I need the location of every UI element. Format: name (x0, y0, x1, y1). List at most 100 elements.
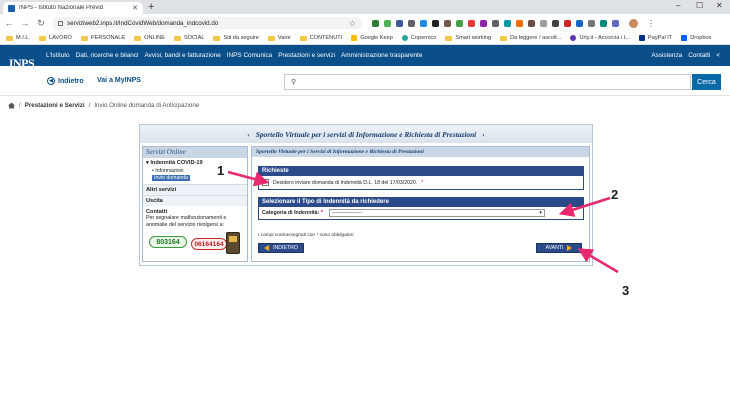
bookmark-item[interactable]: Varie (267, 35, 291, 41)
back-link[interactable]: ◀ Indietro (47, 77, 84, 85)
nav-istituto[interactable]: L'Istituto (46, 52, 70, 59)
search-input[interactable] (300, 78, 690, 86)
bookmark-star-icon[interactable]: ☆ (349, 19, 356, 28)
maximize-icon[interactable]: ☐ (696, 1, 703, 10)
sidebar-item-uscita[interactable]: Uscita (143, 195, 247, 206)
extension-icon[interactable] (480, 19, 487, 27)
extension-icon[interactable] (456, 19, 463, 27)
required-marker: * (421, 179, 424, 186)
browser-menu-icon[interactable]: ⋮ (647, 19, 655, 28)
requests-box: Richieste Desidero inviare domanda di In… (258, 166, 584, 190)
extension-icon[interactable] (444, 19, 451, 27)
close-tab-icon[interactable]: ✕ (132, 4, 138, 12)
nav-dati-ricerche[interactable]: Dati, ricerche e bilanci (76, 52, 139, 59)
phone-red-badge: 06164164 (191, 238, 227, 250)
inps-main-nav: L'Istituto Dati, ricerche e bilanci Avvi… (46, 52, 422, 59)
contatti-link[interactable]: Contatti (688, 52, 710, 59)
google-keep-icon (351, 35, 358, 41)
extension-icon[interactable] (528, 19, 535, 27)
extension-icon[interactable] (432, 19, 439, 27)
bookmarks-bar: M.I.L. LAVORO PERSONALE ONLINE SOCIAL Si… (0, 32, 730, 45)
annotation-number-3: 3 (622, 283, 630, 298)
arrow-left-icon (264, 245, 270, 251)
bookmark-item[interactable]: Google Keep (351, 35, 393, 41)
bookmark-item[interactable]: CONTENUTI (299, 35, 342, 41)
bookmark-item[interactable]: PERSONALE (80, 35, 125, 41)
bookmark-item[interactable]: Siti da seguire (213, 35, 259, 41)
required-note: I campi contrassegnati con * sono obblig… (258, 233, 354, 238)
bookmark-item[interactable]: Urly.it - Accorcia i t... (570, 35, 630, 41)
extension-icon[interactable] (372, 19, 379, 27)
assistenza-link[interactable]: Assistenza (651, 52, 682, 59)
extension-icon[interactable] (396, 19, 403, 27)
indietro-button[interactable]: INDIETRO (258, 243, 304, 253)
bookmark-item[interactable]: SOCIAL (173, 35, 204, 41)
site-search: ⚲ (284, 74, 691, 90)
extension-icon[interactable] (564, 19, 571, 27)
nav-amministrazione[interactable]: Amministrazione trasparente (341, 52, 422, 59)
share-icon[interactable]: < (716, 52, 720, 59)
extension-icon[interactable] (540, 19, 547, 27)
bookmark-item[interactable]: PayPal IT (639, 35, 672, 41)
extension-icon[interactable] (600, 19, 607, 27)
phone-green-badge: 803164 (149, 236, 187, 248)
request-checkbox[interactable] (262, 179, 269, 186)
category-select[interactable]: ------------------ ▾ (328, 209, 545, 217)
paypal-icon (639, 35, 645, 41)
extension-icon[interactable] (408, 19, 415, 27)
extension-icon[interactable] (588, 19, 595, 27)
extension-icon[interactable] (492, 19, 499, 27)
nav-prestazioni[interactable]: Prestazioni e servizi (278, 52, 335, 59)
dropbox-icon (681, 35, 688, 41)
minimize-icon[interactable]: – (676, 1, 680, 10)
folder-icon (445, 35, 453, 41)
extension-icon[interactable] (576, 19, 583, 27)
breadcrumb-section[interactable]: Prestazioni e Servizi (25, 102, 85, 109)
contacts-text: Per segnalare malfunzionamenti e anomali… (146, 215, 227, 228)
forward-arrow-icon[interactable]: → (20, 18, 30, 28)
extension-icon[interactable] (420, 19, 427, 27)
bookmark-item[interactable]: Dropbox (681, 35, 711, 41)
extension-icon[interactable] (468, 19, 475, 27)
profile-avatar[interactable] (629, 18, 638, 28)
extension-icon[interactable] (612, 19, 619, 27)
home-icon[interactable] (8, 102, 15, 109)
sidebar-item-invio-domanda[interactable]: Invio domanda (152, 175, 191, 181)
bookmark-item[interactable]: Copernico (401, 35, 436, 41)
back-arrow-icon[interactable]: ← (4, 18, 14, 28)
bookmark-item[interactable]: M.I.L. (6, 35, 30, 41)
avanti-button[interactable]: AVANTI (536, 243, 582, 253)
nav-avvisi-bandi[interactable]: Avvisi, bandi e fatturazione (144, 52, 220, 59)
bookmark-item[interactable]: Da leggere / ascolt... (500, 35, 561, 41)
chevron-down-icon: ▾ (539, 210, 542, 216)
extension-icon[interactable] (384, 19, 391, 27)
extension-icon[interactable] (504, 19, 511, 27)
new-tab-icon[interactable]: + (148, 1, 154, 13)
bookmark-item[interactable]: Smart working (445, 35, 491, 41)
sidebar-section-covid[interactable]: ▾ Indennità COVID-19 (143, 158, 247, 168)
request-label: Desidero inviare domanda di Indennità D.… (273, 179, 418, 186)
folder-icon (213, 35, 221, 41)
extension-icon[interactable] (516, 19, 523, 27)
window-close-icon[interactable]: ✕ (716, 1, 723, 10)
browser-tab[interactable]: INPS - Istituto Nazionale Previd ✕ (3, 2, 143, 14)
address-bar[interactable]: serviziweb2.inps.it/IndCovidWeb/domanda_… (52, 17, 362, 29)
sidebar-item-informazioni[interactable]: • Informazioni (143, 168, 247, 174)
breadcrumb: / Prestazioni e Servizi / Invio Online d… (8, 102, 199, 109)
arrow-right-icon (567, 245, 573, 251)
browser-tab-bar: INPS - Istituto Nazionale Previd ✕ + – ☐… (0, 0, 730, 14)
bookmark-item[interactable]: LAVORO (39, 35, 72, 41)
myinps-link[interactable]: Vai a MyINPS (97, 77, 141, 84)
extension-icon[interactable] (552, 19, 559, 27)
sidebar-item-altri-servizi[interactable]: Altri servizi (143, 184, 247, 195)
content-title: Sportello Virtuale per i Servizi di Info… (252, 147, 589, 157)
search-button[interactable]: Cerca (692, 74, 721, 90)
bookmark-item[interactable]: ONLINE (134, 35, 165, 41)
extension-icons (372, 19, 619, 27)
sidebar-header: Servizi Online (143, 147, 247, 158)
nav-inps-comunica[interactable]: INPS Comunica (227, 52, 272, 59)
annotation-number-2: 2 (611, 187, 619, 202)
folder-icon (39, 35, 46, 41)
folder-icon (134, 35, 142, 41)
reload-icon[interactable]: ↻ (36, 18, 46, 29)
